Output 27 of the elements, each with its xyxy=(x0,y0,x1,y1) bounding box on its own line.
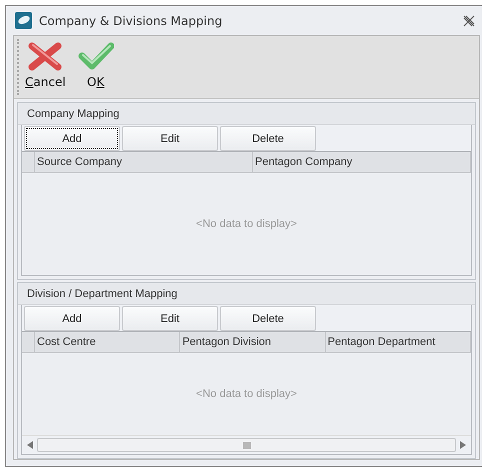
column-header: Pentagon Company xyxy=(255,156,352,168)
app-icon xyxy=(15,12,32,29)
close-button[interactable] xyxy=(462,14,476,28)
group-title: Company Mapping xyxy=(27,108,120,120)
column-header: Cost Centre xyxy=(37,336,96,348)
checkmark-icon xyxy=(78,40,114,72)
right-arrow-icon xyxy=(460,441,466,449)
column-header: Source Company xyxy=(37,156,122,168)
grid-button[interactable]: Edit xyxy=(122,306,218,331)
grid-button[interactable]: Add xyxy=(24,306,120,331)
scroll-thumb[interactable] xyxy=(242,442,250,448)
column-header: Pentagon Department xyxy=(328,336,436,348)
close-icon xyxy=(462,14,476,28)
group-title: Division / Department Mapping xyxy=(27,288,178,300)
grid-button[interactable]: Edit xyxy=(122,126,218,151)
empty-message: <No data to display> xyxy=(196,218,297,230)
left-arrow-icon xyxy=(27,441,33,449)
cancel-button[interactable]: Cancel xyxy=(23,36,68,98)
horizontal-scrollbar[interactable] xyxy=(22,435,471,454)
grid-button[interactable]: Delete xyxy=(220,126,316,151)
grid-button[interactable]: Add xyxy=(24,126,120,151)
ok-button[interactable]: OK xyxy=(76,36,116,98)
empty-message: <No data to display> xyxy=(196,388,297,400)
window-title: Company & Divisions Mapping xyxy=(39,14,224,28)
column-header: Pentagon Division xyxy=(182,336,271,348)
cross-icon xyxy=(27,40,64,72)
grid-button[interactable]: Delete xyxy=(220,306,316,331)
